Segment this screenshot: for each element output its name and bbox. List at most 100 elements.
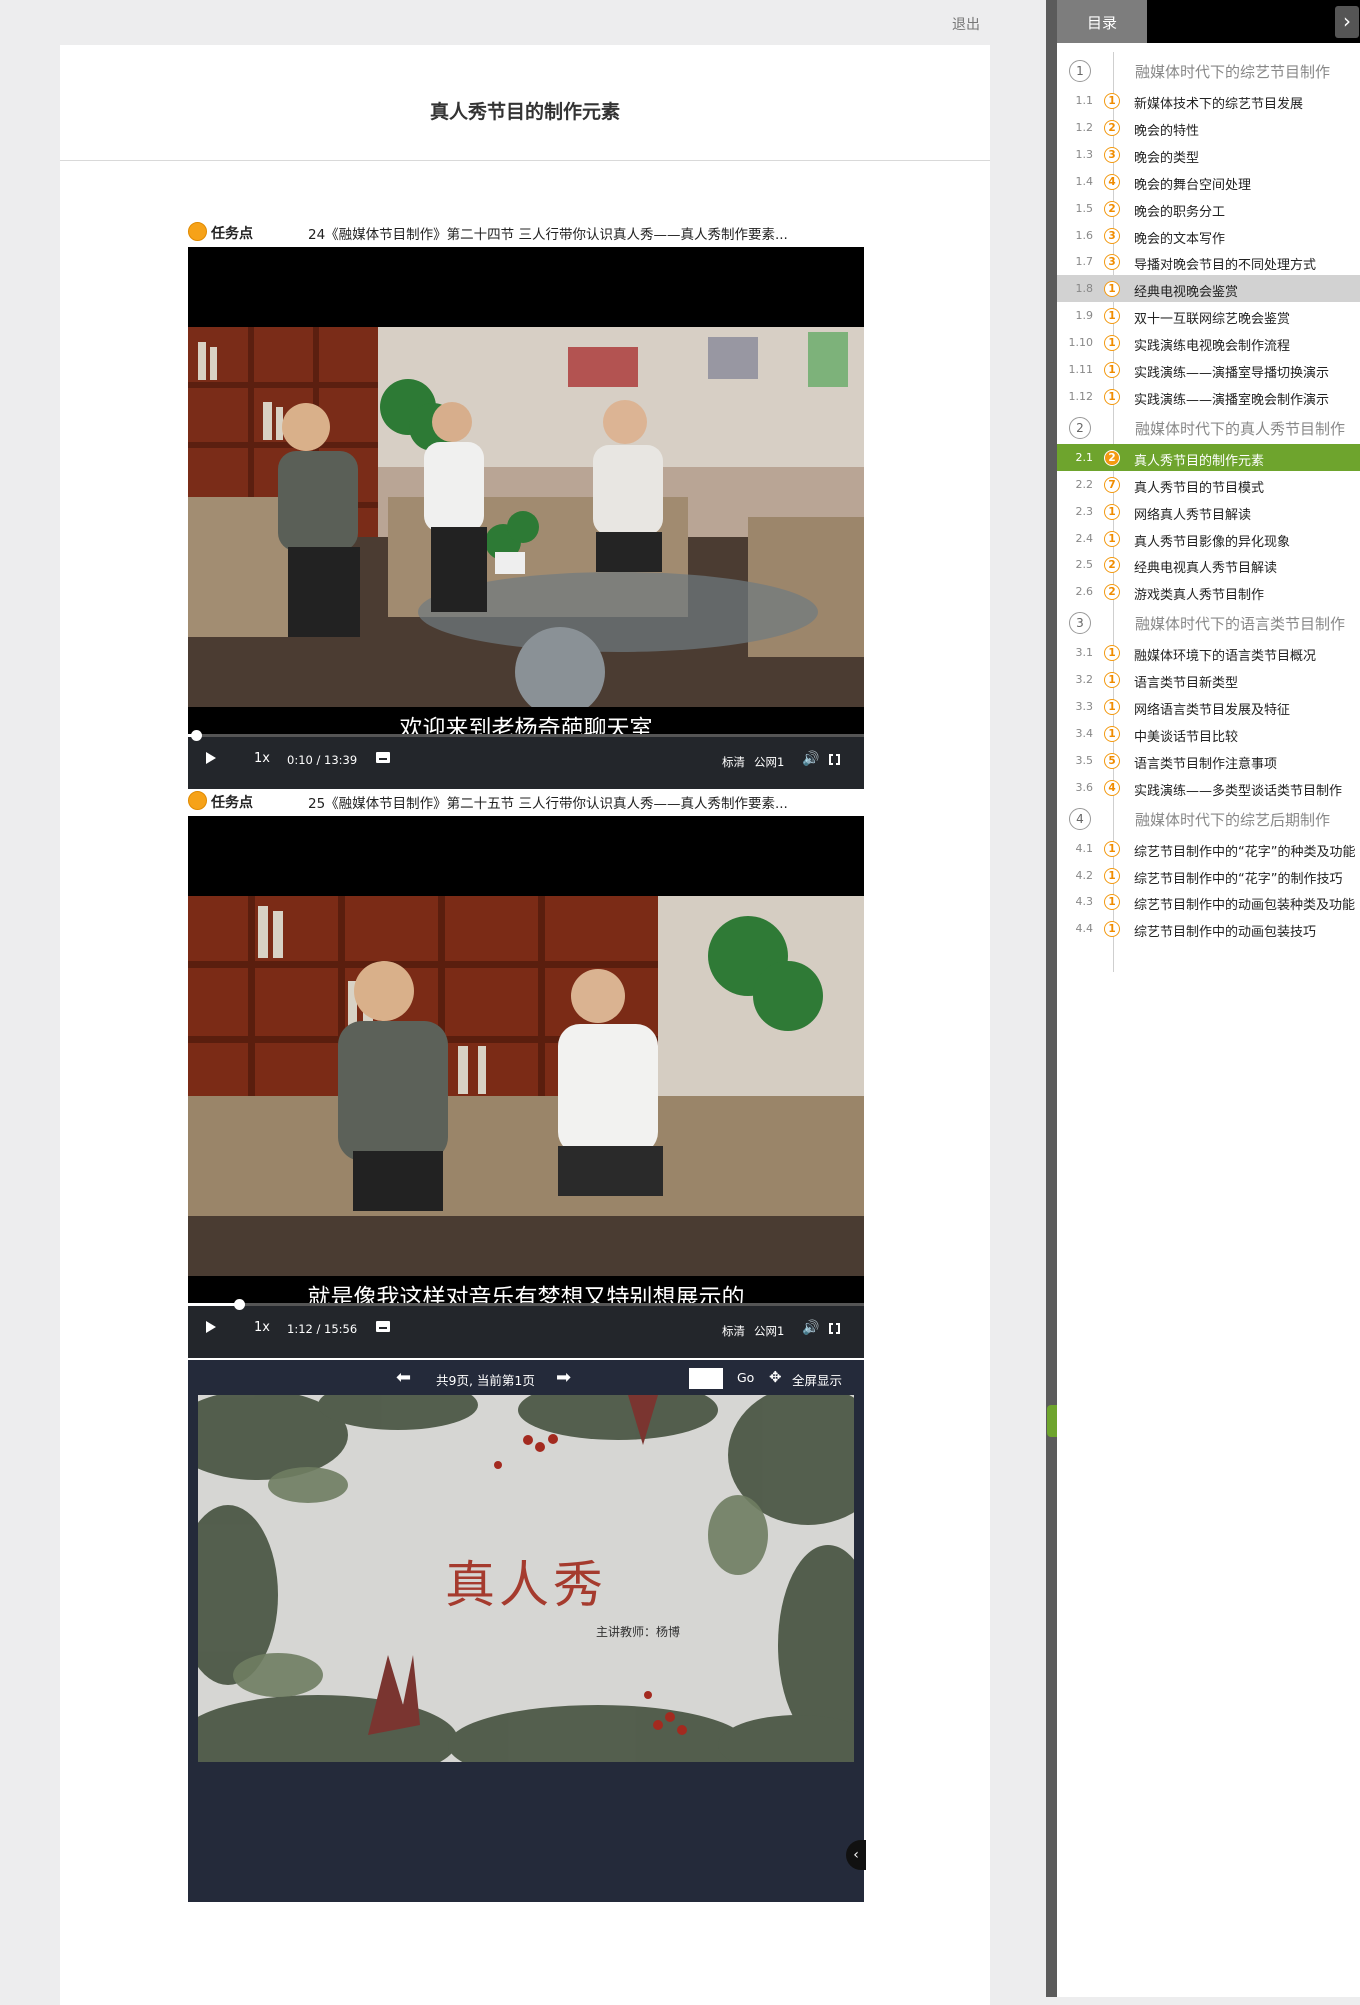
sidebar: 目录 › 1 融媒体时代下的综艺节目制作 1.1 1 新媒体技术下的综艺节目发展 1.2 2…	[1057, 0, 1360, 1997]
volume-icon[interactable]: 🔊	[802, 1320, 819, 1336]
volume-icon[interactable]: 🔊	[802, 751, 819, 767]
fullscreen-icon[interactable]	[829, 1322, 840, 1335]
section-number: 3.6	[1075, 780, 1094, 794]
quality-button[interactable]: 标清	[722, 754, 745, 770]
section-item[interactable]: 1.11 1 实践演练——演播室导播切换演示	[1057, 356, 1360, 383]
section-item[interactable]: 3.4 1 中美谈话节目比较	[1057, 720, 1360, 747]
section-number: 3.4	[1075, 726, 1094, 740]
chapter-item[interactable]: 3 融媒体时代下的语言类节目制作	[1057, 609, 1360, 636]
play-icon[interactable]	[206, 752, 216, 764]
progress-fill	[188, 1303, 239, 1306]
section-title: 真人秀节目的制作元素	[1134, 453, 1265, 469]
section-title: 语言类节目制作注意事项	[1134, 756, 1278, 772]
section-item[interactable]: 1.10 1 实践演练电视晚会制作流程	[1057, 329, 1360, 356]
task-count-badge: 1	[1104, 530, 1120, 547]
section-number: 1.12	[1068, 389, 1094, 403]
play-icon[interactable]	[206, 1321, 216, 1333]
subtitle-icon[interactable]	[376, 1321, 390, 1332]
section-item[interactable]: 1.5 2 晚会的职务分工	[1057, 195, 1360, 222]
section-item[interactable]: 2.1 2 真人秀节目的制作元素	[1057, 443, 1360, 471]
line-button[interactable]: 公网1	[754, 754, 784, 770]
chapter-number: 3	[1069, 612, 1091, 635]
section-item[interactable]: 3.2 1 语言类节目新类型	[1057, 666, 1360, 693]
section-item[interactable]: 3.1 1 融媒体环境下的语言类节目概况	[1057, 639, 1360, 666]
task-count-badge: 1	[1104, 645, 1120, 662]
task-point-icon	[188, 791, 207, 810]
progress-handle[interactable]	[233, 1299, 245, 1310]
time-display: 1:12 / 15:56	[287, 1322, 358, 1336]
go-button[interactable]: Go	[737, 1370, 754, 1385]
section-item[interactable]: 1.4 4 晚会的舞台空间处理	[1057, 168, 1360, 195]
section-title: 新媒体技术下的综艺节目发展	[1134, 97, 1304, 112]
fullscreen-button[interactable]: 全屏显示	[792, 1370, 842, 1389]
quality-button[interactable]: 标清	[722, 1323, 745, 1339]
section-title: 晚会的职务分工	[1134, 204, 1226, 220]
progress-track[interactable]	[188, 734, 864, 737]
section-title: 实践演练——演播室导播切换演示	[1134, 366, 1330, 381]
section-title: 真人秀节目的节目模式	[1134, 480, 1265, 496]
section-item[interactable]: 2.3 1 网络真人秀节目解读	[1057, 498, 1360, 525]
section-item[interactable]: 1.7 3 导播对晚会节目的不同处理方式	[1057, 248, 1360, 275]
section-number: 1.4	[1075, 174, 1094, 188]
slide-subtitle: 主讲教师：杨博	[596, 1625, 681, 1639]
video-frame[interactable]	[188, 327, 864, 707]
line-button[interactable]: 公网1	[754, 1323, 784, 1339]
task-count-badge: 3	[1104, 227, 1120, 244]
video-player[interactable]: 欢迎来到老杨奇葩聊天室 1x 0:10 / 13:39 标清 公网1 🔊	[188, 247, 864, 789]
section-item[interactable]: 1.3 3 晚会的类型	[1057, 141, 1360, 168]
section-number: 3.3	[1075, 700, 1094, 713]
section-item[interactable]: 2.2 7 真人秀节目的节目模式	[1057, 471, 1360, 498]
section-item[interactable]: 1.12 1 实践演练——演播室晚会制作演示	[1057, 383, 1360, 410]
section-item[interactable]: 3.5 5 语言类节目制作注意事项	[1057, 747, 1360, 774]
section-item[interactable]: 3.6 4 实践演练——多类型谈话类节目制作	[1057, 774, 1360, 801]
tab-catalog[interactable]: 目录	[1057, 0, 1147, 43]
section-item[interactable]: 4.1 1 综艺节目制作中的“花字”的种类及功能	[1057, 835, 1360, 862]
section-number: 1.1	[1075, 94, 1094, 107]
next-page-icon[interactable]: ➡	[556, 1367, 571, 1388]
task-count-badge: 1	[1104, 503, 1120, 520]
task-count-badge: 2	[1104, 449, 1120, 466]
task-count-badge: 1	[1104, 308, 1120, 325]
speed-button[interactable]: 1x	[254, 751, 270, 766]
slide-viewer: ⬅ 共9页, 当前第1页 ➡ Go ✥ 全屏显示 真人秀 主讲教师：杨博 ‹	[188, 1360, 866, 1902]
subtitle-icon[interactable]	[376, 752, 390, 763]
section-number: 2.6	[1075, 585, 1094, 599]
chapter-item[interactable]: 1 融媒体时代下的综艺节目制作	[1057, 57, 1360, 84]
chapter-item[interactable]: 4 融媒体时代下的综艺后期制作	[1057, 805, 1360, 832]
video-frame[interactable]	[188, 896, 864, 1276]
section-title: 综艺节目制作中的“花字”的制作技巧	[1134, 871, 1343, 887]
task-count-badge: 1	[1104, 93, 1120, 109]
section-item[interactable]: 3.3 1 网络语言类节目发展及特征	[1057, 693, 1360, 720]
section-item[interactable]: 1.1 1 新媒体技术下的综艺节目发展	[1057, 87, 1360, 114]
prev-page-icon[interactable]: ⬅	[396, 1367, 411, 1388]
section-item[interactable]: 4.4 1 综艺节目制作中的动画包装技巧	[1057, 915, 1360, 942]
slide-page: 真人秀 主讲教师：杨博	[198, 1395, 854, 1762]
section-item[interactable]: 1.6 3 晚会的文本写作	[1057, 222, 1360, 249]
section-item[interactable]: 2.6 2 游戏类真人秀节目制作	[1057, 578, 1360, 605]
collapse-arrow-icon[interactable]: ‹	[846, 1840, 866, 1870]
page-number-input[interactable]	[689, 1368, 723, 1389]
chapter-item[interactable]: 2 融媒体时代下的真人秀节目制作	[1057, 414, 1360, 441]
section-item[interactable]: 2.4 1 真人秀节目影像的异化现象	[1057, 525, 1360, 552]
task-point-label: 任务点	[211, 795, 253, 811]
fullscreen-icon[interactable]	[829, 753, 840, 766]
move-icon[interactable]: ✥	[769, 1368, 782, 1386]
progress-handle[interactable]	[191, 730, 203, 741]
section-item[interactable]: 4.2 1 综艺节目制作中的“花字”的制作技巧	[1057, 862, 1360, 889]
speed-button[interactable]: 1x	[254, 1320, 270, 1335]
section-number: 1.5	[1075, 201, 1094, 215]
progress-track[interactable]	[188, 1303, 864, 1306]
chapter-title: 融媒体时代下的综艺后期制作	[1135, 810, 1331, 829]
section-item[interactable]: 4.3 1 综艺节目制作中的动画包装种类及功能	[1057, 888, 1360, 915]
section-item[interactable]: 1.2 2 晚会的特性	[1057, 114, 1360, 141]
section-item[interactable]: 1.9 1 双十一互联网综艺晚会鉴赏	[1057, 302, 1360, 329]
section-title: 真人秀节目影像的异化现象	[1134, 534, 1291, 550]
chevron-right-icon[interactable]: ›	[1335, 6, 1359, 38]
task-count-badge: 2	[1104, 119, 1120, 136]
logout-link[interactable]: 退出	[952, 14, 980, 34]
video-player[interactable]: 就是像我这样对音乐有梦想又特别想展示的 1x 1:12 / 15:56 标清 公…	[188, 816, 864, 1358]
section-item[interactable]: 2.5 2 经典电视真人秀节目解读	[1057, 551, 1360, 578]
section-item[interactable]: 1.8 1 经典电视晚会鉴赏	[1057, 275, 1360, 303]
sidebar-handle[interactable]	[1047, 1405, 1057, 1437]
section-number: 1.10	[1068, 336, 1094, 350]
